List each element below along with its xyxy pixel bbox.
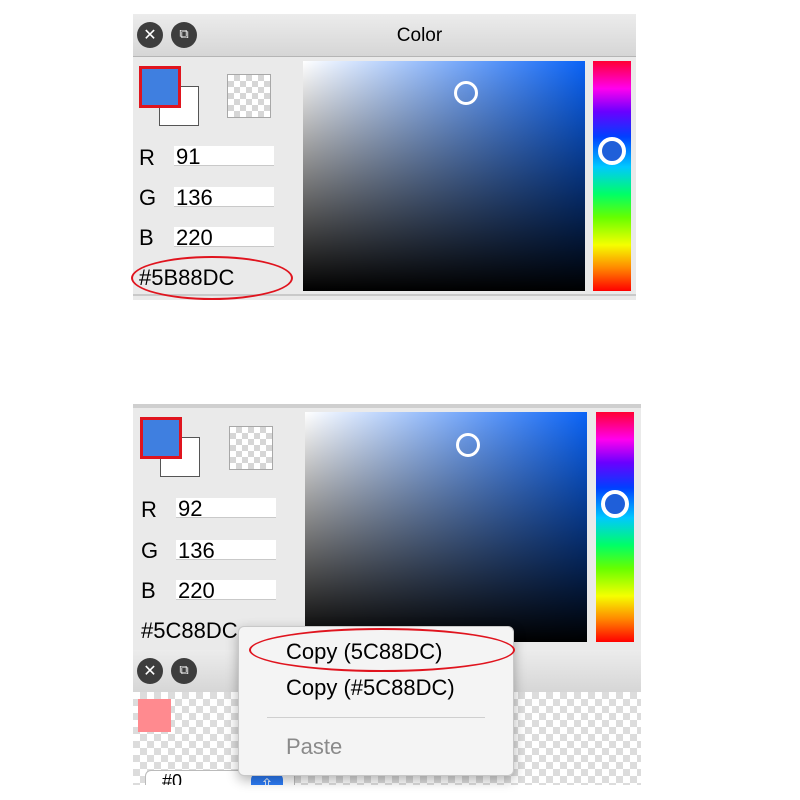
menu-separator — [267, 717, 485, 718]
hex-value[interactable]: #5C88DC — [141, 618, 238, 644]
color-swatch[interactable] — [140, 417, 202, 479]
blue-label: B — [141, 578, 156, 603]
title-bar[interactable]: ✕ ⧉ Color — [133, 14, 636, 57]
transparent-swatch[interactable] — [229, 426, 273, 470]
hex-value[interactable]: #5B88DC — [139, 265, 234, 291]
panel-top-edge — [133, 404, 641, 408]
hue-slider[interactable] — [596, 412, 634, 642]
color-panel-top: ✕ ⧉ Color R 91 G 136 B 220 #5B88DC — [133, 14, 636, 300]
hue-slider-handle[interactable] — [598, 137, 626, 165]
context-menu: Copy (5C88DC) Copy (#5C88DC) Paste — [238, 626, 514, 776]
red-input[interactable]: 92 — [176, 498, 276, 520]
foreground-color-swatch[interactable] — [140, 417, 182, 459]
blue-input[interactable]: 220 — [174, 227, 274, 249]
green-input[interactable]: 136 — [176, 540, 276, 562]
red-label: R — [139, 145, 155, 170]
green-label: G — [139, 185, 157, 210]
close-icon[interactable]: ✕ — [137, 658, 163, 684]
panel-title: Color — [396, 25, 443, 46]
green-input[interactable]: 136 — [174, 187, 274, 209]
blue-label: B — [139, 225, 154, 250]
menu-item-copy-hex[interactable]: Copy (5C88DC) — [286, 639, 443, 665]
pink-swatch[interactable] — [138, 699, 171, 732]
menu-item-copy-hash-hex[interactable]: Copy (#5C88DC) — [286, 675, 455, 701]
color-swatch[interactable] — [139, 66, 201, 128]
hue-slider-handle[interactable] — [601, 490, 629, 518]
panel-bottom-edge — [133, 294, 636, 296]
hue-slider[interactable] — [593, 61, 631, 291]
red-label: R — [141, 497, 157, 522]
saturation-value-picker[interactable] — [305, 412, 587, 642]
blue-input[interactable]: 220 — [176, 580, 276, 602]
transparent-swatch[interactable] — [227, 74, 271, 118]
saturation-value-handle[interactable] — [454, 81, 478, 105]
foreground-color-swatch[interactable] — [139, 66, 181, 108]
red-input[interactable]: 91 — [174, 146, 274, 168]
saturation-value-handle[interactable] — [456, 433, 480, 457]
saturation-value-picker[interactable] — [303, 61, 585, 291]
restore-icon[interactable]: ⧉ — [171, 658, 197, 684]
menu-item-paste[interactable]: Paste — [286, 734, 342, 760]
green-label: G — [141, 538, 159, 563]
